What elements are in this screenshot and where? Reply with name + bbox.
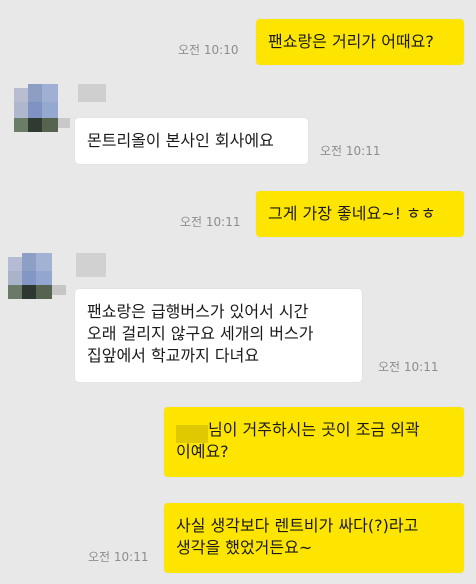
sender-name-redacted: [78, 84, 106, 102]
avatar[interactable]: [8, 84, 76, 136]
message-text-line: 집앞에서 학교까지 다녀요: [87, 346, 260, 365]
sender-name-redacted: [76, 253, 106, 277]
redacted-name: [176, 424, 208, 443]
message-bubble-mine[interactable]: 그게 가장 좋네요~! ㅎㅎ: [256, 191, 464, 237]
message-timestamp: 오전 10:11: [378, 360, 439, 374]
message-bubble-other[interactable]: 몬트리올이 본사인 회사에요: [75, 118, 308, 164]
message-text: 팬쇼랑은 거리가 어때요?: [268, 32, 434, 51]
message-text-line: 사실 생각보다 렌트비가 싸다(?)라고: [176, 516, 419, 535]
message-bubble-other[interactable]: 팬쇼랑은 급행버스가 있어서 시간 오래 걸리지 않구요 세개의 버스가 집앞에…: [75, 289, 362, 382]
message-text-line: 팬쇼랑은 급행버스가 있어서 시간: [87, 302, 309, 321]
message-bubble-mine[interactable]: 사실 생각보다 렌트비가 싸다(?)라고 생각을 했었거든요~: [164, 503, 464, 573]
message-text-line: 생각을 했었거든요~: [176, 538, 313, 557]
message-timestamp: 오전 10:11: [88, 550, 149, 564]
message-timestamp: 오전 10:10: [178, 43, 239, 57]
message-timestamp: 오전 10:11: [180, 215, 241, 229]
avatar[interactable]: [6, 253, 74, 305]
message-text: 그게 가장 좋네요~! ㅎㅎ: [268, 204, 436, 223]
message-bubble-mine[interactable]: 님이 거주하시는 곳이 조금 외곽 이예요?: [164, 407, 464, 477]
message-text-line: 이예요?: [176, 442, 229, 461]
message-text-line: 오래 걸리지 않구요 세개의 버스가: [87, 324, 314, 343]
message-text: 님이 거주하시는 곳이 조금 외곽: [208, 420, 420, 439]
message-text: 몬트리올이 본사인 회사에요: [87, 131, 274, 150]
message-timestamp: 오전 10:11: [320, 144, 381, 158]
message-text-line: 님이 거주하시는 곳이 조금 외곽: [176, 419, 452, 443]
message-bubble-mine[interactable]: 팬쇼랑은 거리가 어때요?: [256, 19, 464, 65]
